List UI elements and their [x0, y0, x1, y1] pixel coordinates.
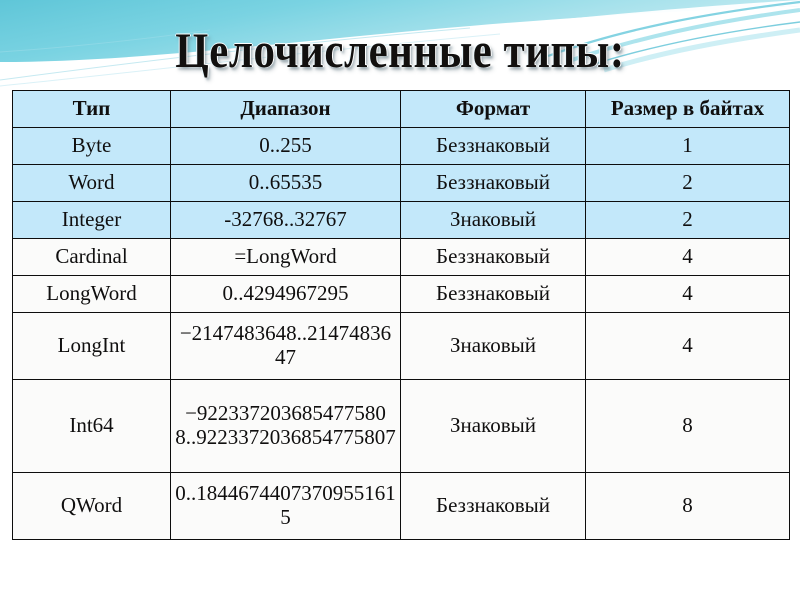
cell-range: 0..255 [170, 127, 401, 165]
cell-format: Знаковый [400, 379, 586, 473]
cell-format: Беззнаковый [400, 472, 586, 540]
cell-format: Беззнаковый [400, 275, 586, 313]
cell-type: QWord [12, 472, 171, 540]
cell-format: Знаковый [400, 201, 586, 239]
cell-type: LongInt [12, 312, 171, 380]
table-row: Int64 −9223372036854775808..9223372036854… [12, 379, 790, 473]
column-header-size: Размер в байтах [585, 90, 790, 128]
cell-size: 4 [585, 238, 790, 276]
cell-type: Integer [12, 201, 171, 239]
table-row: QWord 0..18446744073709551615 Беззнаковый 8 [12, 472, 790, 540]
column-header-format: Формат [400, 90, 586, 128]
cell-range: −2147483648..2147483647 [170, 312, 401, 380]
cell-format: Беззнаковый [400, 164, 586, 202]
table-header-row: Тип Диапазон Формат Размер в байтах [12, 90, 790, 128]
cell-range: −9223372036854775808..922337203685477580… [170, 379, 401, 473]
table-row: Byte 0..255 Беззнаковый 1 [12, 127, 790, 165]
cell-type: Word [12, 164, 171, 202]
table-row: Cardinal =LongWord Беззнаковый 4 [12, 238, 790, 276]
page-title: Целочисленные типы: [175, 23, 625, 79]
cell-type: LongWord [12, 275, 171, 313]
integer-types-table: Тип Диапазон Формат Размер в байтах Byte… [12, 90, 790, 540]
cell-range: =LongWord [170, 238, 401, 276]
cell-size: 8 [585, 379, 790, 473]
cell-size: 4 [585, 312, 790, 380]
cell-format: Знаковый [400, 312, 586, 380]
cell-type: Byte [12, 127, 171, 165]
cell-size: 4 [585, 275, 790, 313]
cell-format: Беззнаковый [400, 127, 586, 165]
column-header-range: Диапазон [170, 90, 401, 128]
cell-size: 2 [585, 201, 790, 239]
cell-format: Беззнаковый [400, 238, 586, 276]
cell-type: Cardinal [12, 238, 171, 276]
cell-size: 1 [585, 127, 790, 165]
cell-range: 0..4294967295 [170, 275, 401, 313]
cell-type: Int64 [12, 379, 171, 473]
table-row: Integer -32768..32767 Знаковый 2 [12, 201, 790, 239]
cell-range: -32768..32767 [170, 201, 401, 239]
cell-range: 0..18446744073709551615 [170, 472, 401, 540]
cell-range: 0..65535 [170, 164, 401, 202]
table-body: Byte 0..255 Беззнаковый 1 Word 0..65535 Беззна… [12, 127, 790, 540]
cell-size: 2 [585, 164, 790, 202]
slide-title-area: Целочисленные типы: [0, 18, 800, 84]
integer-types-table-container: Тип Диапазон Формат Размер в байтах Byte… [12, 90, 790, 540]
table-row: LongWord 0..4294967295 Беззнаковый 4 [12, 275, 790, 313]
cell-size: 8 [585, 472, 790, 540]
table-row: Word 0..65535 Беззнаковый 2 [12, 164, 790, 202]
column-header-type: Тип [12, 90, 171, 128]
table-row: LongInt −2147483648..2147483647 Знаковый 4 [12, 312, 790, 380]
